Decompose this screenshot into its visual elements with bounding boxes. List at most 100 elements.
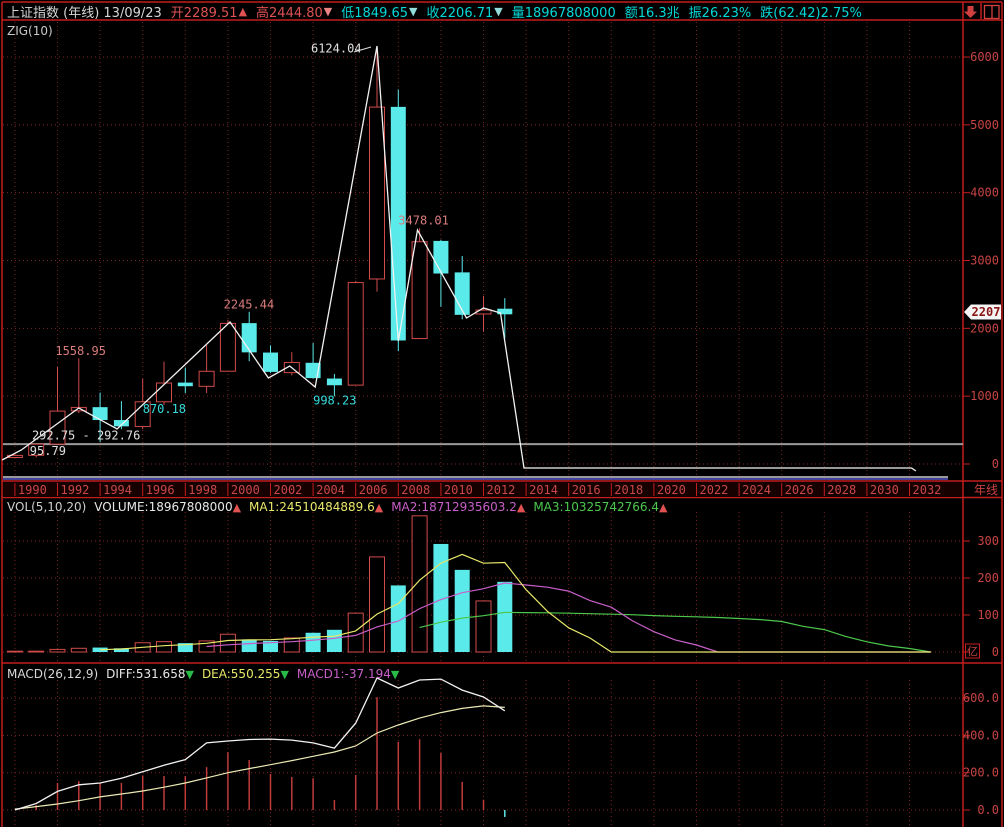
vol-header-item-text-1: VOLUME:18967808000 [94, 500, 232, 514]
page-title: 上证指数 (年线) 13/09/23 [7, 2, 162, 21]
year-label: 2014 [529, 483, 558, 497]
quote-field-arrow-2: ▼ [409, 5, 417, 18]
volume-unit-box: 亿 [966, 644, 980, 658]
chart-canvas[interactable]: 1990199219941996199820002002200420062008… [0, 0, 1004, 827]
current-price-tag: 2207 [964, 305, 1001, 320]
quote-fields: 开2289.51▲ 高2444.80▼ 低1849.65▼ 收2206.71 ▼ 量189… [171, 2, 862, 21]
quote-field-text-0: 开2289.51 [171, 2, 238, 21]
quote-field-arrow-0: ▲ [239, 5, 247, 18]
macd-header-item-text-0: MACD(26,12,9) [7, 667, 98, 681]
candle-body [370, 107, 385, 279]
scroll-down-icon[interactable] [964, 6, 977, 18]
candle-2006 [348, 281, 363, 385]
quote-field-2: 低1849.65▼ [341, 2, 417, 21]
price-annotation-7: 95.79 [30, 444, 66, 458]
quote-field-text-5: 额16.3兆 [625, 2, 680, 21]
year-label: 2012 [487, 483, 516, 497]
volume-layer [7, 516, 512, 652]
y-axis-label: 600.0 [963, 691, 999, 705]
y-axis-label: 5000 [970, 118, 999, 132]
quote-field-5: 额16.3兆 [625, 2, 680, 21]
macd-y-axis: 600.0400.0200.00.0 [3, 691, 999, 817]
volume-ma20-line [420, 612, 931, 652]
vol-header-item-0: VOL(5,10,20) [7, 500, 86, 514]
y-axis-label: 200 [977, 571, 999, 585]
candle-body [178, 383, 193, 387]
vol-header-item-arrow-3: ▲ [517, 501, 525, 514]
volume-bar-2004 [306, 633, 321, 652]
year-label: 2028 [827, 483, 856, 497]
quote-field-text-1: 高2444.80 [256, 2, 323, 21]
candle-2001 [242, 312, 257, 362]
y-axis-label: 100 [977, 608, 999, 622]
volume-bar-2011 [455, 570, 470, 652]
year-label: 2016 [572, 483, 601, 497]
vol-header-item-3: MA2:18712935603.2▲ [391, 500, 525, 514]
candle-body [220, 323, 235, 371]
price-annotation-0: 6124.04 [311, 41, 362, 55]
candle-body [412, 242, 427, 339]
price-annotation-4: 998.23 [313, 393, 356, 407]
quote-field-1: 高2444.80▼ [256, 2, 332, 21]
year-label: 1990 [18, 483, 47, 497]
macd-header-item-arrow-3: ▼ [391, 668, 399, 681]
vol-header-item-text-2: MA1:24510484889.6 [249, 500, 375, 514]
candle-body [455, 272, 470, 314]
volume-bar-2013 [497, 582, 512, 652]
year-label: 2020 [657, 483, 686, 497]
candle-2007 [370, 49, 385, 292]
volume-bar-1993 [71, 648, 86, 652]
volume-unit-label: 亿 [967, 645, 978, 658]
volume-bar-1990 [7, 651, 22, 652]
year-label: 2002 [274, 483, 303, 497]
candle-2002 [263, 345, 278, 373]
macd-header-item-text-1: DIFF:531.658 [106, 667, 185, 681]
price-annotation-5: 870.18 [143, 402, 186, 416]
year-label: 2018 [614, 483, 643, 497]
vol-header-item-text-3: MA2:18712935603.2 [391, 500, 517, 514]
candle-body [157, 383, 172, 402]
y-axis-label: 200.0 [963, 766, 999, 780]
vol-header-item-text-4: MA3:10325742766.4 [533, 500, 659, 514]
year-label: 2008 [401, 483, 430, 497]
macd-header-item-0: MACD(26,12,9) [7, 667, 98, 681]
quote-field-text-3: 收2206.71 [427, 2, 494, 21]
price-annotation-6: 292.75 - 292.76 [32, 429, 140, 443]
y-axis-label: 2000 [970, 321, 999, 335]
x-axis-year-labels: 1990199219941996199820002002200420062008… [15, 483, 998, 497]
volume-bar-2003 [284, 638, 299, 652]
candle-body [93, 407, 108, 420]
candle-body [433, 241, 448, 274]
year-label: 2032 [913, 483, 942, 497]
candle-2013 [497, 298, 512, 338]
quote-field-4: 量18967808000 [512, 2, 616, 21]
candle-1997 [157, 362, 172, 405]
macd-histogram-layer [36, 697, 505, 817]
candle-1998 [178, 368, 193, 394]
quote-field-7: 跌(62.42)2.75% [760, 2, 862, 21]
stock-terminal-screen: 1990199219941996199820002002200420062008… [0, 0, 1004, 827]
macd-header-item-3: MACD1:-37.194▼ [297, 667, 399, 681]
macd-header-item-1: DIFF:531.658▼ [106, 667, 194, 681]
macd-header-item-text-2: DEA:550.255 [202, 667, 281, 681]
year-label: 2026 [785, 483, 814, 497]
macd-indicator-header: MACD(26,12,9)DIFF:531.658▼DEA:550.255▼MA… [7, 667, 399, 681]
y-axis-label: 400.0 [963, 728, 999, 742]
year-label: 1996 [146, 483, 175, 497]
y-axis-label: 300 [977, 534, 999, 548]
volume-bar-2005 [327, 630, 342, 652]
y-axis-label: 6000 [970, 50, 999, 64]
title-bar: 上证指数 (年线) 13/09/23 开2289.51▲高2444.80▼低18… [7, 3, 862, 19]
volume-indicator-header: VOL(5,10,20) VOLUME:18967808000 ▲ MA1:24510… [7, 500, 667, 514]
candle-body [199, 371, 214, 386]
candle-body [327, 379, 342, 386]
year-label: 2022 [700, 483, 729, 497]
candle-1999 [199, 345, 214, 393]
quote-field-text-4: 量18967808000 [512, 2, 616, 21]
macd-header-item-2: DEA:550.255▼ [202, 667, 289, 681]
split-window-icon[interactable] [985, 6, 1000, 19]
vol-header-item-4: MA3:10325742766.4▲ [533, 500, 667, 514]
quote-field-text-2: 低1849.65 [341, 2, 408, 21]
candle-body [242, 323, 257, 352]
year-label: 2030 [870, 483, 899, 497]
